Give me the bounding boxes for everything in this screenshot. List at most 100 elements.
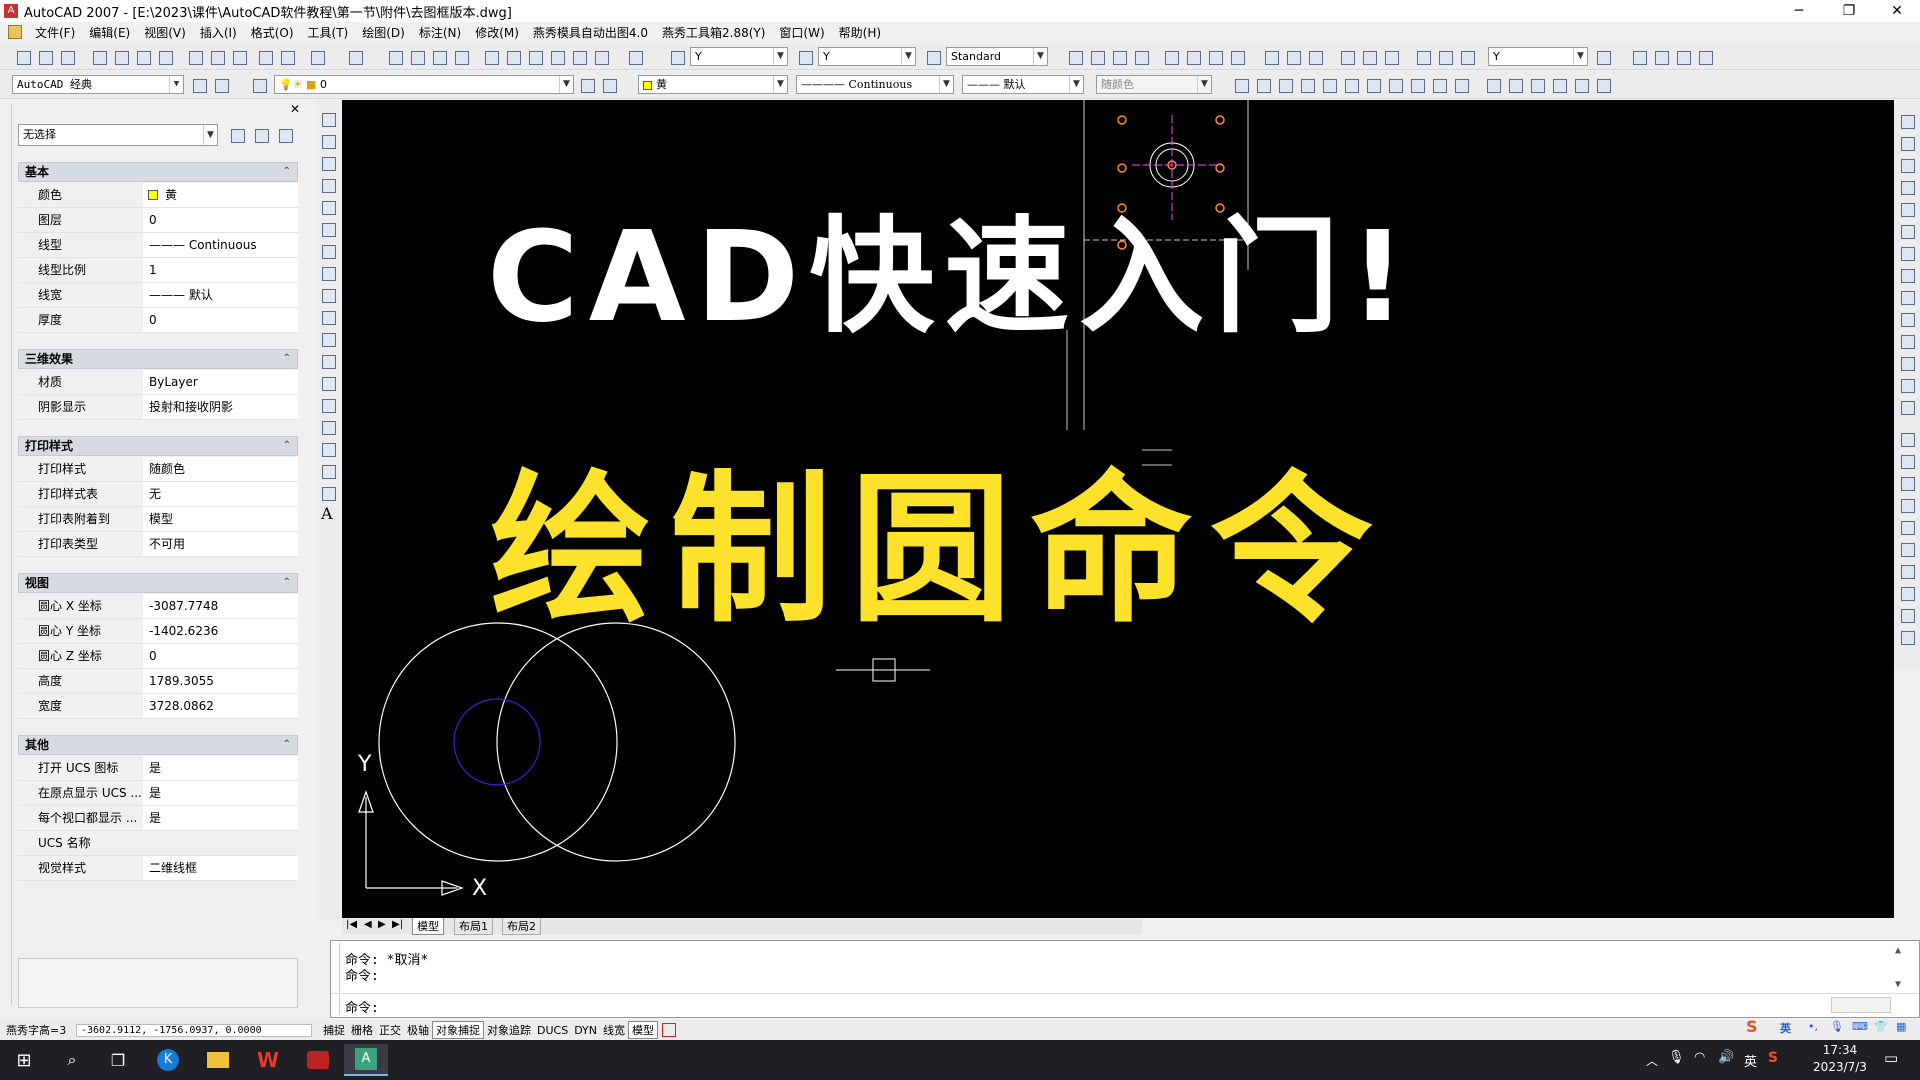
dim-style-manager-icon[interactable]: [1594, 48, 1612, 66]
draworder-under-icon[interactable]: [1696, 48, 1714, 66]
section-view[interactable]: 视图 ⌃: [18, 573, 298, 593]
table-style-icon[interactable]: [924, 48, 942, 66]
section-basic[interactable]: 基本 ⌃: [18, 162, 298, 182]
selection-select[interactable]: 无选择 ▼: [18, 124, 218, 146]
sogou-tray-icon[interactable]: S: [1768, 1050, 1778, 1066]
dim-text-edit-icon[interactable]: [1436, 48, 1454, 66]
start-icon[interactable]: ⊞: [2, 1044, 46, 1076]
drawing-canvas[interactable]: Y X CAD快速入门! 绘制圆命令: [342, 100, 1894, 918]
yanxiu-tool-7-icon[interactable]: [1898, 562, 1916, 580]
toggle-dyn[interactable]: DYN: [571, 1024, 600, 1037]
join-icon[interactable]: [1528, 76, 1546, 94]
ellipse-icon[interactable]: [319, 308, 337, 326]
center-mark-icon[interactable]: [1382, 48, 1400, 66]
toggle-ortho[interactable]: 正交: [376, 1022, 404, 1038]
tab-layout1[interactable]: 布局1: [454, 918, 493, 935]
tray-expand-icon[interactable]: ︿: [1646, 1052, 1658, 1069]
dim-ordinate-icon[interactable]: [1132, 48, 1150, 66]
prop-row[interactable]: 圆心 Y 坐标 -1402.6236: [18, 619, 298, 644]
menu-tools[interactable]: 工具(T): [301, 24, 356, 41]
language-indicator[interactable]: 英: [1744, 1051, 1757, 1070]
move-icon[interactable]: [1342, 76, 1360, 94]
markup-icon[interactable]: [570, 48, 588, 66]
clock-time[interactable]: 17:34: [1812, 1043, 1868, 1057]
quick-dim-icon[interactable]: [1262, 48, 1280, 66]
dim-aligned-icon[interactable]: [1088, 48, 1106, 66]
prop-row[interactable]: 阴影显示 投射和接收阴影: [18, 395, 298, 420]
dim-baseline-icon[interactable]: [1284, 48, 1302, 66]
cut-icon[interactable]: [186, 48, 204, 66]
dim-continue-icon[interactable]: [1306, 48, 1324, 66]
copy-icon[interactable]: [208, 48, 226, 66]
autocad-taskbar-icon[interactable]: A: [344, 1044, 388, 1076]
zoom-realtime-icon[interactable]: [408, 48, 426, 66]
menu-window[interactable]: 窗口(W): [772, 24, 831, 41]
snap-endpoint-icon[interactable]: [1898, 112, 1916, 130]
toggle-polar[interactable]: 极轴: [404, 1022, 432, 1038]
ime-mic-icon[interactable]: 🎙: [1830, 1020, 1844, 1033]
text-style-select[interactable]: Y ▼: [690, 47, 788, 66]
yanxiu-tool-9-icon[interactable]: [1898, 606, 1916, 624]
linetype-select[interactable]: ———— Continuous ▼: [796, 75, 954, 94]
menu-dimension[interactable]: 标注(N): [412, 24, 468, 41]
tab-first-icon[interactable]: |◀: [346, 919, 357, 930]
design-center-icon[interactable]: [504, 48, 522, 66]
snap-node-icon[interactable]: [1898, 332, 1916, 350]
layer-previous-icon[interactable]: [600, 76, 618, 94]
workspace-save-icon[interactable]: [212, 76, 230, 94]
offset-icon[interactable]: [1298, 76, 1316, 94]
menu-yanxiu-mold[interactable]: 燕秀模具自动出图4.0: [526, 24, 655, 41]
redo-icon[interactable]: [346, 48, 364, 66]
workspace-select[interactable]: AutoCAD 经典 ▼: [12, 75, 184, 94]
snap-tangent-icon[interactable]: [1898, 244, 1916, 262]
clock-date[interactable]: 2023/7/3: [1806, 1060, 1874, 1074]
tab-last-icon[interactable]: ▶|: [392, 919, 403, 930]
dim-style-icon[interactable]: [796, 48, 814, 66]
zoom-window-icon[interactable]: [430, 48, 448, 66]
sogou-ime-icon[interactable]: S: [1746, 1017, 1758, 1036]
close-button[interactable]: ✕: [1874, 0, 1920, 22]
ime-keyboard-icon[interactable]: ⌨: [1852, 1020, 1868, 1033]
snap-midpoint-icon[interactable]: [1898, 134, 1916, 152]
snap-insert-icon[interactable]: [1898, 310, 1916, 328]
snap-center-icon[interactable]: [1898, 200, 1916, 218]
prop-row[interactable]: 高度 1789.3055: [18, 669, 298, 694]
toggle-model[interactable]: 模型: [628, 1021, 659, 1039]
mleader-style-select[interactable]: Y ▼: [1488, 47, 1588, 66]
text-style-icon[interactable]: [668, 48, 686, 66]
prop-row[interactable]: 线型比例 1: [18, 258, 298, 283]
tolerance-icon[interactable]: [1360, 48, 1378, 66]
chamfer-icon[interactable]: [1550, 76, 1568, 94]
yanxiu-tool-1-icon[interactable]: [1898, 430, 1916, 448]
trim-icon[interactable]: [1430, 76, 1448, 94]
yanxiu-tool-4-icon[interactable]: [1898, 496, 1916, 514]
prop-row[interactable]: 在原点显示 UCS ... 是: [18, 781, 298, 806]
match-prop-icon[interactable]: [256, 48, 274, 66]
paste-icon[interactable]: [230, 48, 248, 66]
menu-yanxiu-toolbox[interactable]: 燕秀工具箱2.88(Y): [655, 24, 772, 41]
prop-row[interactable]: 打印表附着到 模型: [18, 507, 298, 532]
point-icon[interactable]: [319, 396, 337, 414]
mtext-icon[interactable]: A: [321, 504, 333, 523]
collapse-icon[interactable]: ⌃: [283, 350, 291, 368]
snap-parallel-icon[interactable]: [1898, 288, 1916, 306]
yanxiu-tool-8-icon[interactable]: [1898, 584, 1916, 602]
section-3d[interactable]: 三维效果 ⌃: [18, 349, 298, 369]
prop-row[interactable]: 视觉样式 二维线框: [18, 856, 298, 881]
scroll-down-icon[interactable]: ▼: [1895, 979, 1901, 990]
prop-row[interactable]: 厚度 0: [18, 308, 298, 333]
prop-row[interactable]: 颜色 黄: [18, 183, 298, 208]
workspace-settings-icon[interactable]: [190, 76, 208, 94]
prop-row[interactable]: 图层 0: [18, 208, 298, 233]
menu-edit[interactable]: 编辑(E): [82, 24, 137, 41]
toggle-otrack[interactable]: 对象追踪: [484, 1022, 534, 1038]
snap-none-icon[interactable]: [1898, 376, 1916, 394]
command-window-grip[interactable]: [334, 943, 340, 1015]
dim-update-icon[interactable]: [1458, 48, 1476, 66]
snap-intersection-icon[interactable]: [1898, 156, 1916, 174]
snap-extension-icon[interactable]: [1898, 178, 1916, 196]
extend-icon[interactable]: [1452, 76, 1470, 94]
mirror-icon[interactable]: [1276, 76, 1294, 94]
minimize-button[interactable]: ─: [1776, 0, 1822, 22]
dim-style-select[interactable]: Y ▼: [818, 47, 916, 66]
